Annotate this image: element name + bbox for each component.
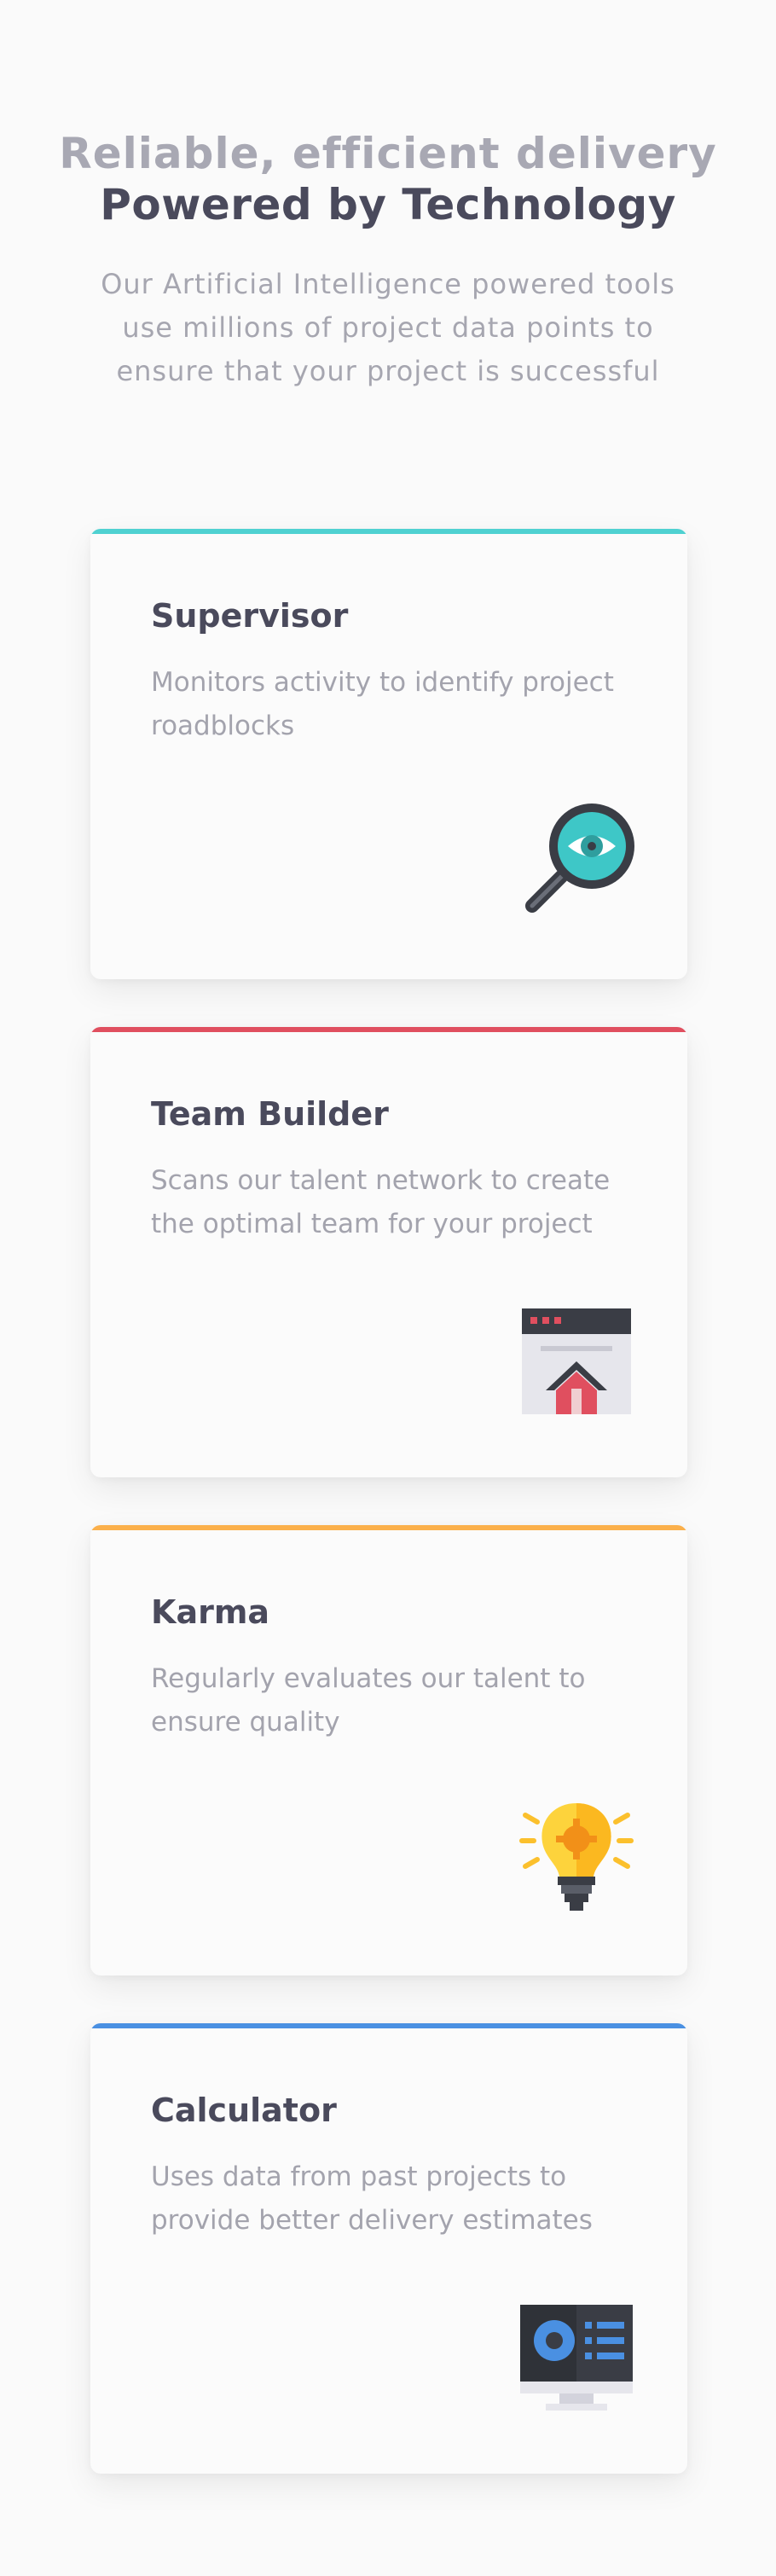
card-description: Regularly evaluates our talent to ensure… xyxy=(151,1663,586,1738)
monitor-profile-icon xyxy=(517,2296,636,2416)
card-description: Uses data from past projects to provide … xyxy=(151,2161,593,2236)
feature-card-calculator: Calculator Uses data from past projects … xyxy=(90,2023,687,2474)
browser-house-icon xyxy=(517,1300,636,1419)
card-title: Karma xyxy=(151,1593,270,1631)
card-accent-bar xyxy=(90,1525,687,1530)
hero-subtitle: Our Artificial Intelligence powered tool… xyxy=(101,268,675,387)
lightbulb-gear-icon xyxy=(517,1798,636,1917)
hero-section: Reliable, efficient delivery Powered by … xyxy=(0,128,776,393)
card-description: Scans our talent network to create the o… xyxy=(151,1165,611,1239)
card-accent-bar xyxy=(90,1027,687,1032)
hero-title-line-1: Reliable, efficient delivery xyxy=(59,129,717,178)
card-title: Team Builder xyxy=(151,1095,389,1133)
card-description: Monitors activity to identify project ro… xyxy=(151,667,614,741)
card-accent-bar xyxy=(90,529,687,534)
feature-card-supervisor: Supervisor Monitors activity to identify… xyxy=(90,529,687,979)
hero-title-line-2: Powered by Technology xyxy=(100,180,676,229)
feature-card-karma: Karma Regularly evaluates our talent to … xyxy=(90,1525,687,1976)
magnifier-eye-icon xyxy=(517,802,636,921)
feature-card-team-builder: Team Builder Scans our talent network to… xyxy=(90,1027,687,1477)
card-accent-bar xyxy=(90,2023,687,2028)
card-title: Calculator xyxy=(151,2092,337,2129)
card-title: Supervisor xyxy=(151,597,349,635)
page: Reliable, efficient delivery Powered by … xyxy=(0,0,776,2576)
